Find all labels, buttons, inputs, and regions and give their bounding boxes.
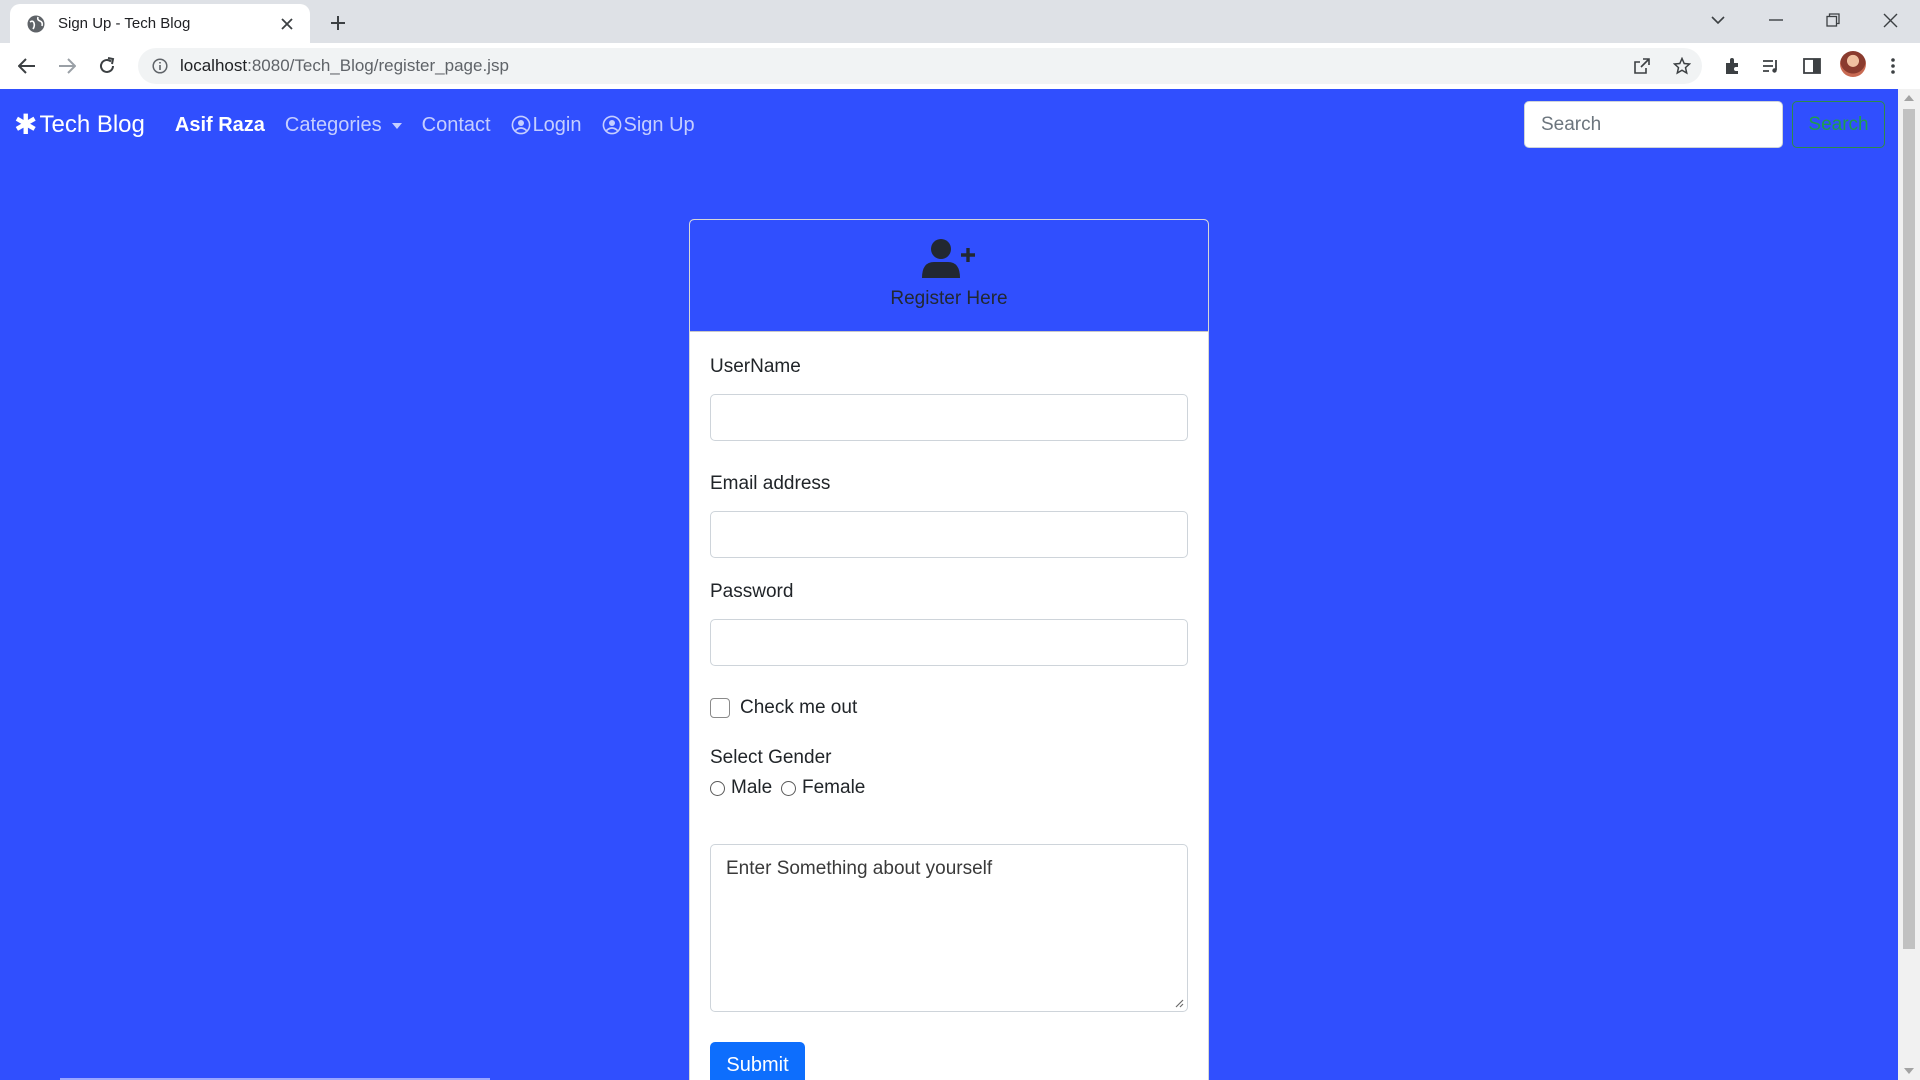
back-icon[interactable]	[11, 50, 43, 82]
user-plus-icon	[922, 239, 975, 278]
card-header: Register Here	[690, 220, 1208, 332]
more-options-icon[interactable]	[1878, 51, 1908, 81]
female-label: Female	[802, 777, 866, 798]
male-radio[interactable]	[710, 781, 725, 796]
side-panel-icon[interactable]	[1797, 51, 1827, 81]
media-queue-icon[interactable]	[1756, 51, 1786, 81]
nav-link-login[interactable]: Login	[511, 114, 582, 137]
card-title: Register Here	[890, 288, 1008, 309]
search-input[interactable]: Search	[1524, 101, 1783, 148]
asterisk-icon: ✱	[14, 109, 38, 140]
password-label: Password	[710, 581, 794, 602]
restore-icon[interactable]	[1805, 0, 1861, 40]
share-icon[interactable]	[1627, 51, 1657, 81]
about-placeholder: Enter Something about yourself	[726, 858, 993, 879]
profile-avatar[interactable]	[1840, 51, 1866, 77]
scroll-down-icon[interactable]	[1904, 1068, 1914, 1074]
sign-up-label: Sign Up	[623, 113, 695, 136]
scrollbar-thumb[interactable]	[1903, 109, 1915, 949]
extensions-icon[interactable]	[1717, 51, 1747, 81]
password-input[interactable]	[710, 619, 1188, 666]
register-card: Register Here UserName Email address Pas…	[689, 219, 1209, 1080]
browser-tab-bar: Sign Up - Tech Blog	[0, 0, 1920, 43]
address-bar[interactable]: localhost:8080/Tech_Blog/register_page.j…	[138, 48, 1702, 84]
resize-grip-icon[interactable]	[1174, 998, 1184, 1008]
username-input[interactable]	[710, 394, 1188, 441]
page-viewport: ✱ Tech Blog Asif Raza Categories Contact…	[0, 89, 1898, 1080]
browser-tab[interactable]: Sign Up - Tech Blog	[10, 4, 310, 43]
about-textarea[interactable]: Enter Something about yourself	[710, 844, 1188, 1012]
email-label: Email address	[710, 473, 831, 494]
browser-toolbar: localhost:8080/Tech_Blog/register_page.j…	[0, 43, 1920, 89]
close-tab-icon[interactable]	[276, 13, 298, 35]
nav-link-asif-raza[interactable]: Asif Raza	[175, 114, 265, 137]
user-circle-icon	[602, 115, 621, 135]
tab-title: Sign Up - Tech Blog	[58, 15, 191, 32]
tab-search-icon[interactable]	[1690, 0, 1746, 40]
dropdown-caret-icon	[391, 123, 402, 129]
forward-icon[interactable]	[51, 50, 83, 82]
check-me-out-checkbox[interactable]	[710, 698, 730, 718]
check-me-out-label: Check me out	[740, 697, 858, 718]
minimize-icon[interactable]	[1748, 0, 1804, 40]
scroll-up-icon[interactable]	[1904, 95, 1914, 101]
nav-link-sign-up[interactable]: Sign Up	[602, 114, 695, 137]
reload-icon[interactable]	[91, 50, 123, 82]
username-label: UserName	[710, 356, 801, 377]
nav-link-contact[interactable]: Contact	[422, 114, 491, 137]
globe-icon	[27, 15, 45, 32]
categories-label: Categories	[284, 113, 382, 136]
close-window-icon[interactable]	[1862, 0, 1918, 40]
brand-link[interactable]: ✱ Tech Blog	[14, 111, 145, 139]
url-text: localhost:8080/Tech_Blog/register_page.j…	[180, 56, 509, 75]
site-navbar: ✱ Tech Blog Asif Raza Categories Contact…	[0, 89, 1898, 161]
bookmark-star-icon[interactable]	[1667, 51, 1697, 81]
page-scrollbar[interactable]	[1898, 89, 1920, 1080]
email-input[interactable]	[710, 511, 1188, 558]
submit-button[interactable]: Submit	[710, 1042, 805, 1080]
male-label: Male	[731, 777, 773, 798]
nav-link-categories[interactable]: Categories	[285, 114, 402, 137]
search-button[interactable]: Search	[1792, 101, 1885, 148]
gender-label: Select Gender	[710, 747, 832, 768]
new-tab-icon[interactable]	[324, 9, 352, 37]
login-label: Login	[532, 113, 582, 136]
info-icon[interactable]	[152, 58, 168, 74]
female-radio[interactable]	[781, 781, 796, 796]
user-circle-icon	[511, 115, 530, 135]
brand-name: Tech Blog	[39, 111, 145, 138]
